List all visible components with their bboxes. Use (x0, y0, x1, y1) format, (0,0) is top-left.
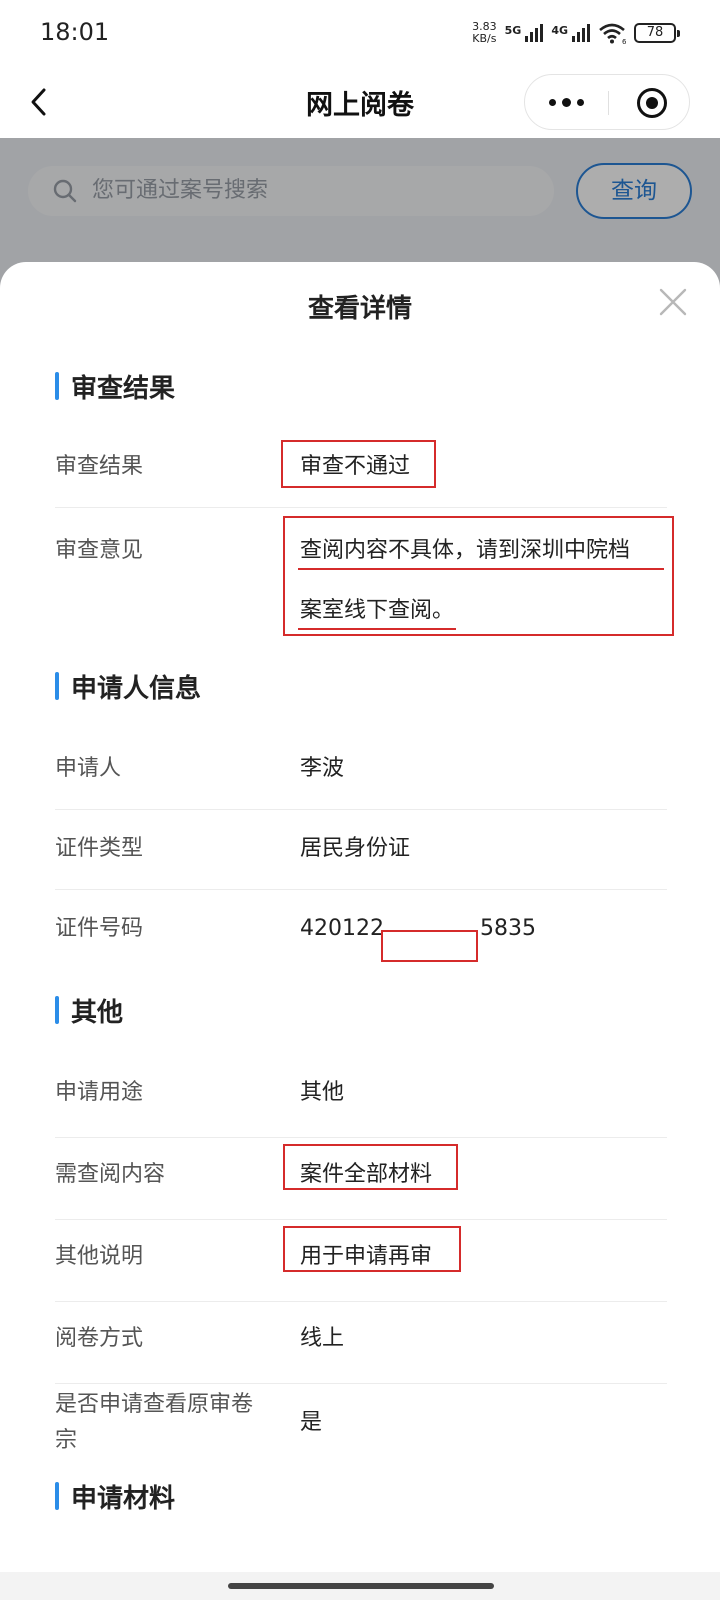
target-circle-icon[interactable] (637, 88, 667, 118)
battery-icon: 78 (634, 23, 680, 43)
original-file-value: 是 (300, 1410, 323, 1435)
id-type-value: 居民身份证 (300, 836, 411, 861)
id-number-label: 证件号码 (55, 916, 144, 941)
status-icons: 3.83 KB/s 5G 4G 6 78 (472, 20, 680, 46)
signal-5g-icon: 5G (505, 24, 544, 42)
section-other: 其他 (55, 992, 123, 1028)
mode-value: 线上 (300, 1326, 345, 1351)
nav-bar: 网上阅卷 (0, 64, 720, 138)
close-icon[interactable] (655, 284, 691, 320)
purpose-value: 其他 (300, 1080, 345, 1105)
section-accent-bar (55, 1482, 59, 1510)
svg-text:6: 6 (622, 38, 626, 44)
highlight-box (283, 516, 674, 636)
id-number-suffix: 5835 (480, 916, 536, 941)
row-id-number: 证件号码 420122 5835 (55, 890, 667, 970)
section-applicant-info: 申请人信息 (55, 668, 201, 704)
section-accent-bar (55, 672, 59, 700)
capsule-divider (608, 91, 609, 115)
original-file-label-line1: 是否申请查看原审卷 (55, 1392, 254, 1417)
content-label: 需查阅内容 (55, 1162, 166, 1187)
mode-label: 阅卷方式 (55, 1326, 144, 1351)
underline-mark (298, 568, 664, 570)
more-dots-icon[interactable] (525, 75, 608, 129)
status-bar: 18:01 3.83 KB/s 5G 4G 6 78 (0, 0, 720, 64)
section-accent-bar (55, 372, 59, 400)
section-materials: 申请材料 (55, 1478, 175, 1514)
highlight-box (283, 1144, 458, 1190)
purpose-label: 申请用途 (55, 1080, 144, 1105)
network-speed: 3.83 KB/s (472, 20, 497, 45)
row-purpose: 申请用途 其他 (55, 1058, 667, 1138)
review-result-label: 审查结果 (55, 454, 144, 479)
row-applicant: 申请人 李波 (55, 730, 667, 810)
row-mode: 阅卷方式 线上 (55, 1302, 667, 1384)
detail-sheet: 查看详情 审查结果 审查结果 审查不通过 审查意见 查阅内容不具体，请到深圳中院… (0, 262, 720, 1600)
highlight-box (283, 1226, 461, 1272)
row-id-type: 证件类型 居民身份证 (55, 810, 667, 890)
id-number-prefix: 420122 (300, 916, 384, 941)
sheet-title: 查看详情 (307, 294, 412, 324)
wifi-icon: 6 (599, 23, 626, 44)
highlight-box (281, 440, 436, 488)
home-indicator[interactable] (228, 1583, 494, 1589)
note-label: 其他说明 (55, 1244, 144, 1269)
row-original-file: 是否申请查看原审卷 宗 是 (55, 1384, 667, 1466)
section-accent-bar (55, 996, 59, 1024)
mini-program-capsule (524, 74, 690, 130)
id-type-label: 证件类型 (55, 836, 144, 861)
underline-mark (298, 628, 456, 630)
original-file-label-line2: 宗 (55, 1428, 78, 1453)
section-review-result: 审查结果 (55, 368, 175, 404)
applicant-value: 李波 (300, 756, 345, 781)
signal-4g-icon: 4G (551, 24, 590, 42)
redaction-box (381, 930, 478, 962)
applicant-label: 申请人 (55, 756, 122, 781)
status-time: 18:01 (40, 18, 110, 46)
review-opinion-label: 审查意见 (55, 538, 144, 563)
